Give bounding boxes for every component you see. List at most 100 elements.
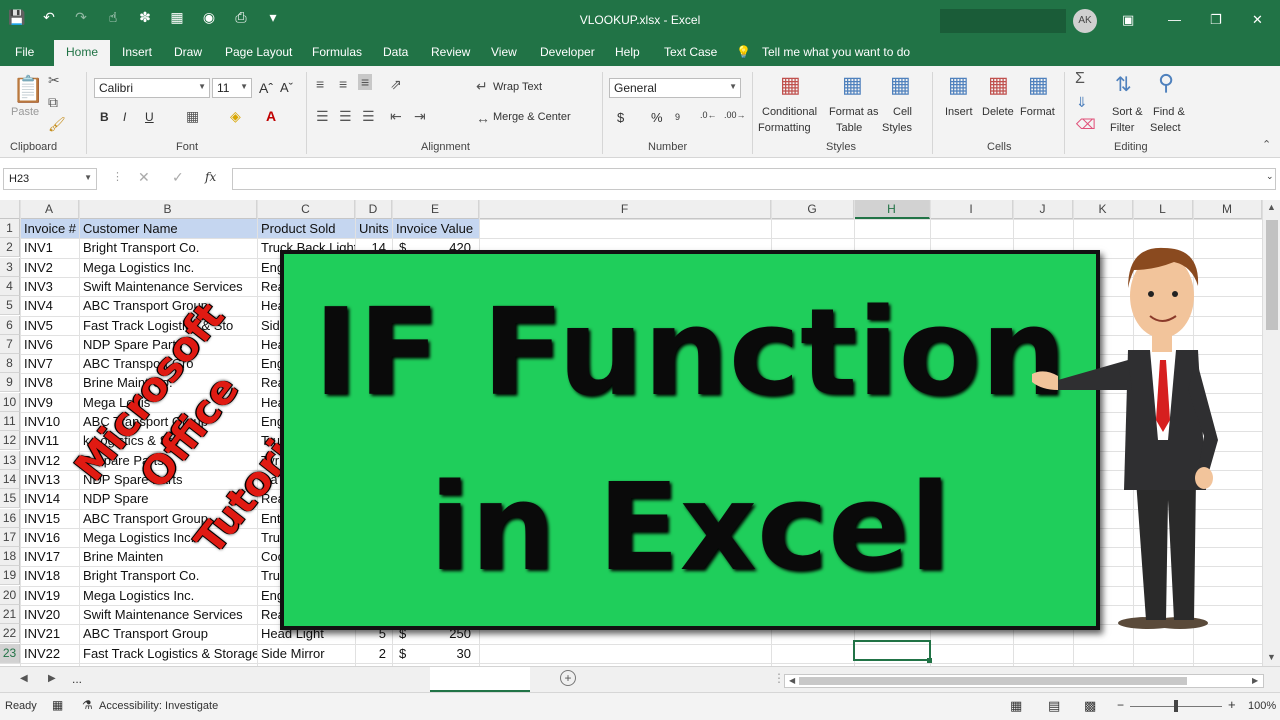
tab-view[interactable]: View: [491, 45, 517, 59]
header-invoice[interactable]: Invoice #: [21, 219, 79, 238]
row-header[interactable]: 5: [0, 296, 20, 315]
format-cells-icon[interactable]: ▦: [1028, 72, 1049, 98]
fill-handle[interactable]: [927, 658, 932, 663]
add-sheet-button[interactable]: +: [560, 670, 576, 686]
column-header-l[interactable]: L: [1133, 200, 1193, 219]
row-header[interactable]: 15: [0, 489, 20, 508]
cell-customer[interactable]: ABC Transport Group: [80, 624, 257, 643]
cell-invoice[interactable]: INV16: [21, 528, 79, 547]
font-name-select[interactable]: Calibri ▼: [94, 78, 210, 98]
row-header[interactable]: 19: [0, 566, 20, 585]
cell-styles-icon[interactable]: ▦: [890, 72, 911, 98]
enter-icon[interactable]: ✓: [172, 169, 184, 186]
cell-invoice[interactable]: INV9: [21, 393, 79, 412]
page-break-view-icon[interactable]: ▩: [1084, 698, 1096, 714]
horizontal-scrollbar[interactable]: ◀ ▶: [784, 674, 1264, 688]
header-invoice-value[interactable]: Invoice Value: [393, 219, 479, 238]
find-select-icon[interactable]: ⚲: [1158, 70, 1174, 96]
column-header-b[interactable]: B: [79, 200, 257, 219]
align-right-icon[interactable]: ☰: [362, 108, 375, 125]
active-cell-h23[interactable]: [853, 640, 931, 661]
minimize-icon[interactable]: —: [1168, 12, 1181, 27]
paste-icon[interactable]: 📋: [12, 74, 44, 105]
prev-sheet-icon[interactable]: ◀: [20, 673, 28, 684]
cell-customer[interactable]: Mega Logistics Inc.: [80, 586, 257, 605]
cell-customer[interactable]: Swift Maintenance Services: [80, 605, 257, 624]
cell-invoice-value[interactable]: 30: [414, 644, 474, 663]
cell-invoice[interactable]: INV11: [21, 431, 79, 450]
align-top-icon[interactable]: ≡: [316, 76, 324, 92]
align-middle-icon[interactable]: ≡: [339, 76, 347, 92]
fill-icon[interactable]: ⇓: [1076, 94, 1088, 111]
row-header[interactable]: 16: [0, 509, 20, 528]
cell-invoice[interactable]: INV17: [21, 547, 79, 566]
row-header[interactable]: 14: [0, 470, 20, 489]
cell-product[interactable]: Side Mirror: [258, 644, 355, 663]
cell-styles-label-2[interactable]: Styles: [882, 122, 912, 134]
zoom-out-icon[interactable]: −: [1117, 698, 1124, 712]
decrease-decimal-icon[interactable]: .00→: [724, 110, 746, 120]
font-size-select[interactable]: 11 ▼: [212, 78, 252, 98]
column-header-i[interactable]: I: [930, 200, 1013, 219]
find-select-label-2[interactable]: Select: [1150, 122, 1181, 134]
row-header[interactable]: 22: [0, 624, 20, 643]
align-left-icon[interactable]: ☰: [316, 108, 329, 125]
find-select-label-1[interactable]: Find &: [1153, 106, 1185, 118]
cell-invoice[interactable]: INV4: [21, 296, 79, 315]
row-header[interactable]: 21: [0, 605, 20, 624]
scroll-left-icon[interactable]: ◀: [789, 676, 795, 685]
delete-cells-button[interactable]: Delete: [982, 106, 1014, 118]
cell-customer[interactable]: Bright Transport Co.: [80, 238, 257, 257]
cell-invoice[interactable]: INV8: [21, 373, 79, 392]
cell-styles-label-1[interactable]: Cell: [893, 106, 912, 118]
tab-home[interactable]: Home: [54, 40, 111, 66]
header-units[interactable]: Units: [356, 219, 392, 238]
cut-icon[interactable]: ✂: [48, 72, 60, 89]
select-all-corner[interactable]: [0, 200, 20, 219]
increase-indent-icon[interactable]: ⇥: [414, 108, 426, 125]
cell-invoice[interactable]: INV20: [21, 605, 79, 624]
increase-decimal-icon[interactable]: .0←: [700, 110, 717, 120]
row-header[interactable]: 10: [0, 393, 20, 412]
delete-cells-icon[interactable]: ▦: [988, 72, 1009, 98]
accessibility-status[interactable]: Accessibility: Investigate: [99, 700, 218, 712]
align-bottom-icon[interactable]: ≡: [358, 74, 373, 90]
grow-font-icon[interactable]: Aˆ: [259, 80, 273, 96]
format-cells-button[interactable]: Format: [1020, 106, 1055, 118]
next-sheet-icon[interactable]: ▶: [48, 673, 56, 684]
number-format-select[interactable]: General ▼: [609, 78, 741, 98]
cell-invoice[interactable]: INV21: [21, 624, 79, 643]
currency-button[interactable]: $: [617, 110, 624, 125]
cell-customer[interactable]: Fast Track Logistics & Storage: [80, 644, 257, 663]
comma-style-icon[interactable]: 9: [675, 112, 680, 122]
row-header[interactable]: 9: [0, 373, 20, 392]
insert-function-button[interactable]: fx: [205, 170, 216, 184]
scroll-up-icon[interactable]: ▲: [1267, 202, 1276, 212]
tab-page-layout[interactable]: Page Layout: [225, 45, 292, 59]
expand-formula-icon[interactable]: ⌄: [1266, 171, 1274, 182]
tab-help[interactable]: Help: [615, 45, 640, 59]
tell-me-box[interactable]: Tell me what you want to do: [762, 45, 910, 59]
cell-invoice[interactable]: INV7: [21, 354, 79, 373]
ribbon-display-icon[interactable]: ▣: [1122, 12, 1134, 28]
sort-filter-label-2[interactable]: Filter: [1110, 122, 1134, 134]
page-layout-view-icon[interactable]: ▤: [1048, 698, 1060, 714]
sort-filter-icon[interactable]: ⇅: [1115, 72, 1132, 97]
column-header-d[interactable]: D: [355, 200, 392, 219]
merge-center-button[interactable]: Merge & Center: [493, 111, 571, 123]
cell-invoice[interactable]: INV10: [21, 412, 79, 431]
zoom-slider-thumb[interactable]: [1174, 700, 1178, 712]
header-customer[interactable]: Customer Name: [80, 219, 257, 238]
insert-cells-icon[interactable]: ▦: [948, 72, 969, 98]
conditional-formatting-label-1[interactable]: Conditional: [762, 106, 817, 118]
italic-button[interactable]: I: [123, 110, 126, 124]
format-as-table-label-1[interactable]: Format as: [829, 106, 879, 118]
column-header-f[interactable]: F: [479, 200, 771, 219]
cell-invoice[interactable]: INV15: [21, 509, 79, 528]
tab-review[interactable]: Review: [431, 45, 470, 59]
row-header[interactable]: 7: [0, 335, 20, 354]
vertical-scrollbar[interactable]: ▲ ▼: [1262, 200, 1280, 666]
cell-invoice[interactable]: INV2: [21, 258, 79, 277]
row-header[interactable]: 23: [0, 644, 20, 663]
column-header-e[interactable]: E: [392, 200, 479, 219]
